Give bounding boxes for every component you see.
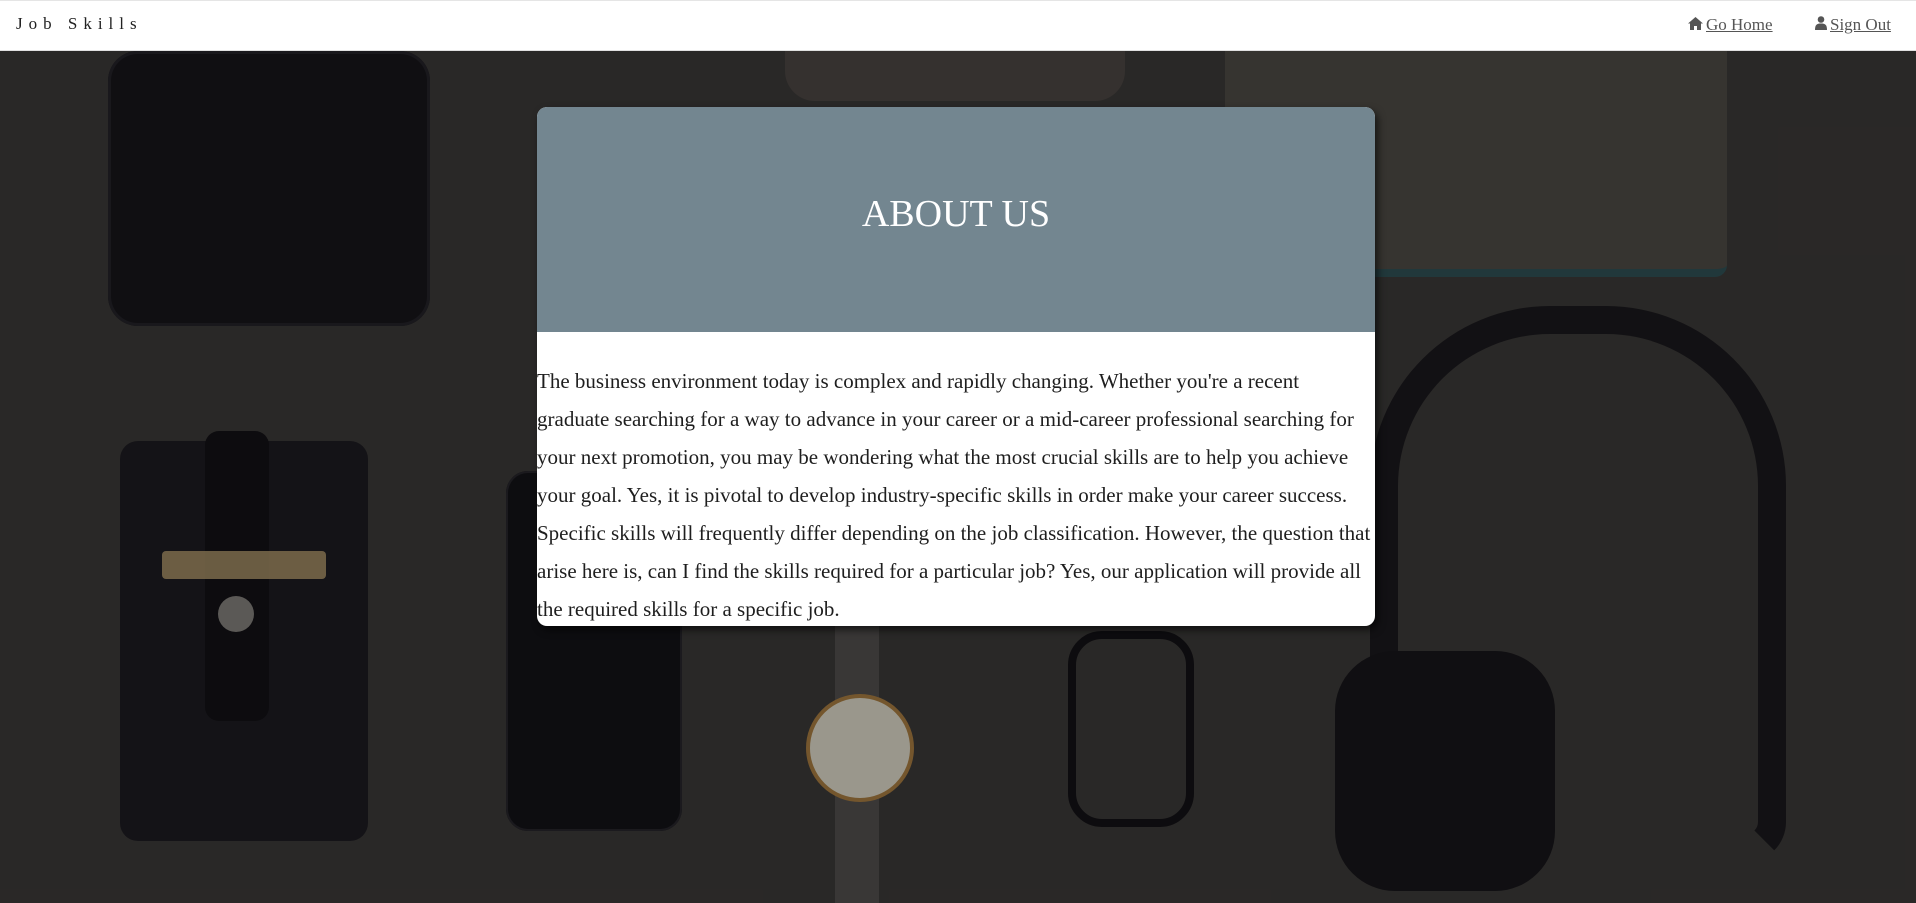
user-icon	[1815, 15, 1827, 35]
about-card: ABOUT US The business environment today …	[537, 107, 1375, 626]
brand-logo-text[interactable]: Job Skills	[16, 14, 143, 34]
sign-out-label: Sign Out	[1830, 15, 1891, 34]
top-navbar: Job Skills Go Home Sign Out	[0, 0, 1916, 51]
sign-out-link[interactable]: Sign Out	[1815, 15, 1891, 35]
about-card-header: ABOUT US	[537, 107, 1375, 332]
go-home-link[interactable]: Go Home	[1688, 15, 1773, 35]
go-home-label: Go Home	[1706, 15, 1773, 34]
about-title: ABOUT US	[861, 192, 1051, 235]
home-icon	[1688, 15, 1703, 35]
about-body-text: The business environment today is comple…	[537, 369, 1371, 621]
